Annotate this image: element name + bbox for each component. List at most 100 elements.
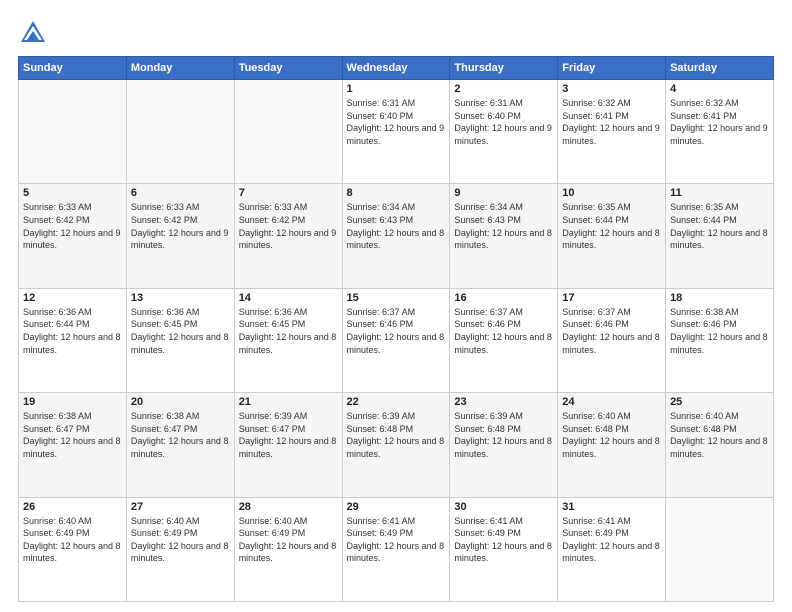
day-number: 29 bbox=[347, 501, 446, 513]
day-number: 3 bbox=[562, 83, 661, 95]
day-number: 25 bbox=[670, 396, 769, 408]
calendar-cell: 5 Sunrise: 6:33 AM Sunset: 6:42 PM Daylig… bbox=[19, 184, 127, 288]
day-header-tuesday: Tuesday bbox=[234, 57, 342, 80]
calendar-cell: 27 Sunrise: 6:40 AM Sunset: 6:49 PM Dayli… bbox=[126, 497, 234, 601]
calendar-cell: 2Sunrise: 6:31 AM Sunset: 6:40 PM Daylig… bbox=[450, 80, 558, 184]
day-number: 22 bbox=[347, 396, 446, 408]
page: SundayMondayTuesdayWednesdayThursdayFrid… bbox=[0, 0, 792, 612]
day-number: 28 bbox=[239, 501, 338, 513]
logo-icon bbox=[18, 18, 48, 48]
calendar-week-row: 5 Sunrise: 6:33 AM Sunset: 6:42 PM Daylig… bbox=[19, 184, 774, 288]
day-info: Sunrise: 6:37 AM Sunset: 6:46 PM Dayligh… bbox=[454, 306, 553, 356]
calendar-cell: 26Sunrise: 6:40 AM Sunset: 6:49 PM Dayli… bbox=[19, 497, 127, 601]
day-number: 2 bbox=[454, 83, 553, 95]
calendar-cell: 6Sunrise: 6:33 AM Sunset: 6:42 PM Daylig… bbox=[126, 184, 234, 288]
day-info: Sunrise: 6:41 AM Sunset: 6:49 PM Dayligh… bbox=[347, 515, 446, 565]
day-number: 17 bbox=[562, 292, 661, 304]
day-number: 21 bbox=[239, 396, 338, 408]
day-info: Sunrise: 6:39 AM Sunset: 6:48 PM Dayligh… bbox=[454, 410, 553, 460]
day-info: Sunrise: 6:40 AM Sunset: 6:48 PM Dayligh… bbox=[670, 410, 769, 460]
day-info: Sunrise: 6:38 AM Sunset: 6:46 PM Dayligh… bbox=[670, 306, 769, 356]
header bbox=[18, 18, 774, 48]
calendar-cell: 21 Sunrise: 6:39 AM Sunset: 6:47 PM Dayli… bbox=[234, 393, 342, 497]
calendar-cell bbox=[234, 80, 342, 184]
day-number: 4 bbox=[670, 83, 769, 95]
day-info: Sunrise: 6:41 AM Sunset: 6:49 PM Dayligh… bbox=[562, 515, 661, 565]
calendar-cell: 20 Sunrise: 6:38 AM Sunset: 6:47 PM Dayli… bbox=[126, 393, 234, 497]
calendar-cell: 8 Sunrise: 6:34 AM Sunset: 6:43 PM Daylig… bbox=[342, 184, 450, 288]
day-info: Sunrise: 6:39 AM Sunset: 6:48 PM Dayligh… bbox=[347, 410, 446, 460]
day-info: Sunrise: 6:36 AM Sunset: 6:45 PM Dayligh… bbox=[239, 306, 338, 356]
calendar-cell: 19 Sunrise: 6:38 AM Sunset: 6:47 PM Dayli… bbox=[19, 393, 127, 497]
day-info: Sunrise: 6:34 AM Sunset: 6:43 PM Dayligh… bbox=[347, 201, 446, 251]
day-number: 31 bbox=[562, 501, 661, 513]
calendar-cell: 7 Sunrise: 6:33 AM Sunset: 6:42 PM Daylig… bbox=[234, 184, 342, 288]
day-info: Sunrise: 6:39 AM Sunset: 6:47 PM Dayligh… bbox=[239, 410, 338, 460]
calendar-cell: 22 Sunrise: 6:39 AM Sunset: 6:48 PM Dayli… bbox=[342, 393, 450, 497]
calendar-cell: 3Sunrise: 6:32 AM Sunset: 6:41 PM Daylig… bbox=[558, 80, 666, 184]
day-number: 18 bbox=[670, 292, 769, 304]
calendar-cell: 12Sunrise: 6:36 AM Sunset: 6:44 PM Dayli… bbox=[19, 288, 127, 392]
day-number: 16 bbox=[454, 292, 553, 304]
calendar-cell: 31 Sunrise: 6:41 AM Sunset: 6:49 PM Dayli… bbox=[558, 497, 666, 601]
day-info: Sunrise: 6:35 AM Sunset: 6:44 PM Dayligh… bbox=[562, 201, 661, 251]
day-header-saturday: Saturday bbox=[666, 57, 774, 80]
day-header-thursday: Thursday bbox=[450, 57, 558, 80]
calendar-cell: 30 Sunrise: 6:41 AM Sunset: 6:49 PM Dayli… bbox=[450, 497, 558, 601]
day-info: Sunrise: 6:34 AM Sunset: 6:43 PM Dayligh… bbox=[454, 201, 553, 251]
day-number: 14 bbox=[239, 292, 338, 304]
day-number: 24 bbox=[562, 396, 661, 408]
day-number: 10 bbox=[562, 187, 661, 199]
day-number: 27 bbox=[131, 501, 230, 513]
day-number: 5 bbox=[23, 187, 122, 199]
day-info: Sunrise: 6:37 AM Sunset: 6:46 PM Dayligh… bbox=[347, 306, 446, 356]
day-number: 23 bbox=[454, 396, 553, 408]
calendar-cell bbox=[666, 497, 774, 601]
day-info: Sunrise: 6:31 AM Sunset: 6:40 PM Dayligh… bbox=[347, 97, 446, 147]
calendar-cell: 14 Sunrise: 6:36 AM Sunset: 6:45 PM Dayli… bbox=[234, 288, 342, 392]
day-header-wednesday: Wednesday bbox=[342, 57, 450, 80]
day-info: Sunrise: 6:41 AM Sunset: 6:49 PM Dayligh… bbox=[454, 515, 553, 565]
calendar-cell: 13Sunrise: 6:36 AM Sunset: 6:45 PM Dayli… bbox=[126, 288, 234, 392]
day-number: 7 bbox=[239, 187, 338, 199]
day-info: Sunrise: 6:33 AM Sunset: 6:42 PM Dayligh… bbox=[23, 201, 122, 251]
calendar-cell: 1 Sunrise: 6:31 AM Sunset: 6:40 PM Daylig… bbox=[342, 80, 450, 184]
day-info: Sunrise: 6:33 AM Sunset: 6:42 PM Dayligh… bbox=[239, 201, 338, 251]
calendar-cell: 9 Sunrise: 6:34 AM Sunset: 6:43 PM Daylig… bbox=[450, 184, 558, 288]
calendar-week-row: 19 Sunrise: 6:38 AM Sunset: 6:47 PM Dayli… bbox=[19, 393, 774, 497]
day-header-friday: Friday bbox=[558, 57, 666, 80]
calendar-week-row: 12Sunrise: 6:36 AM Sunset: 6:44 PM Dayli… bbox=[19, 288, 774, 392]
day-info: Sunrise: 6:38 AM Sunset: 6:47 PM Dayligh… bbox=[131, 410, 230, 460]
day-number: 15 bbox=[347, 292, 446, 304]
calendar-cell: 16 Sunrise: 6:37 AM Sunset: 6:46 PM Dayli… bbox=[450, 288, 558, 392]
day-info: Sunrise: 6:32 AM Sunset: 6:41 PM Dayligh… bbox=[670, 97, 769, 147]
day-number: 30 bbox=[454, 501, 553, 513]
calendar-cell: 15 Sunrise: 6:37 AM Sunset: 6:46 PM Dayli… bbox=[342, 288, 450, 392]
day-info: Sunrise: 6:37 AM Sunset: 6:46 PM Dayligh… bbox=[562, 306, 661, 356]
calendar-week-row: 26 Sunrise: 6:40 AM Sunset: 6:49 PM Dayli… bbox=[19, 497, 774, 601]
day-number: 19 bbox=[23, 396, 122, 408]
day-number: 26 bbox=[23, 501, 122, 513]
calendar-week-row: 1 Sunrise: 6:31 AM Sunset: 6:40 PM Daylig… bbox=[19, 80, 774, 184]
day-header-sunday: Sunday bbox=[19, 57, 127, 80]
calendar-cell: 4 Sunrise: 6:32 AM Sunset: 6:41 PM Daylig… bbox=[666, 80, 774, 184]
calendar-cell: 28Sunrise: 6:40 AM Sunset: 6:49 PM Dayli… bbox=[234, 497, 342, 601]
calendar-cell: 23 Sunrise: 6:39 AM Sunset: 6:48 PM Dayli… bbox=[450, 393, 558, 497]
day-info: Sunrise: 6:36 AM Sunset: 6:44 PM Dayligh… bbox=[23, 306, 122, 356]
calendar-cell: 17 Sunrise: 6:37 AM Sunset: 6:46 PM Dayli… bbox=[558, 288, 666, 392]
day-number: 1 bbox=[347, 83, 446, 95]
logo bbox=[18, 18, 52, 48]
day-info: Sunrise: 6:40 AM Sunset: 6:48 PM Dayligh… bbox=[562, 410, 661, 460]
day-number: 8 bbox=[347, 187, 446, 199]
calendar-cell: 18 Sunrise: 6:38 AM Sunset: 6:46 PM Dayli… bbox=[666, 288, 774, 392]
calendar-cell bbox=[19, 80, 127, 184]
day-number: 6 bbox=[131, 187, 230, 199]
calendar-cell bbox=[126, 80, 234, 184]
day-number: 9 bbox=[454, 187, 553, 199]
day-info: Sunrise: 6:40 AM Sunset: 6:49 PM Dayligh… bbox=[131, 515, 230, 565]
calendar-cell: 25 Sunrise: 6:40 AM Sunset: 6:48 PM Dayli… bbox=[666, 393, 774, 497]
day-info: Sunrise: 6:38 AM Sunset: 6:47 PM Dayligh… bbox=[23, 410, 122, 460]
calendar-cell: 24 Sunrise: 6:40 AM Sunset: 6:48 PM Dayli… bbox=[558, 393, 666, 497]
day-number: 20 bbox=[131, 396, 230, 408]
calendar-cell: 11Sunrise: 6:35 AM Sunset: 6:44 PM Dayli… bbox=[666, 184, 774, 288]
